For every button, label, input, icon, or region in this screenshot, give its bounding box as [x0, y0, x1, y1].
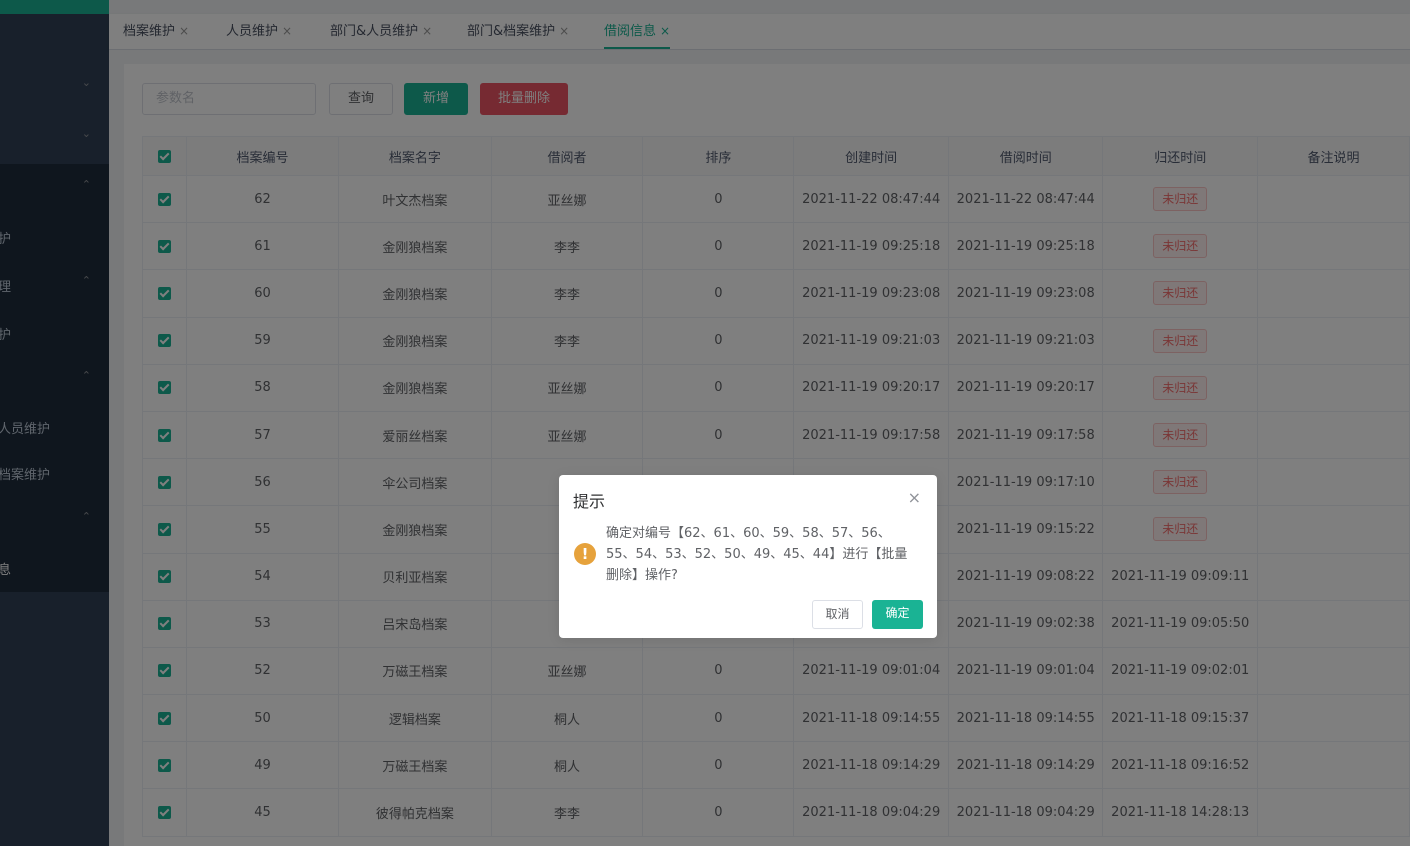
dialog-title: 提示 [573, 492, 606, 511]
dialog-message: 确定对编号【62、61、60、59、58、57、56、55、54、53、52、5… [606, 526, 908, 583]
modal-overlay[interactable] [0, 0, 1410, 846]
cancel-button[interactable]: 取消 [812, 600, 863, 629]
confirm-button[interactable]: 确定 [872, 600, 923, 629]
confirm-dialog: 提示 × ! 确定对编号【62、61、60、59、58、57、56、55、54、… [559, 475, 937, 638]
close-icon[interactable]: × [908, 488, 921, 507]
warning-icon: ! [574, 543, 596, 565]
